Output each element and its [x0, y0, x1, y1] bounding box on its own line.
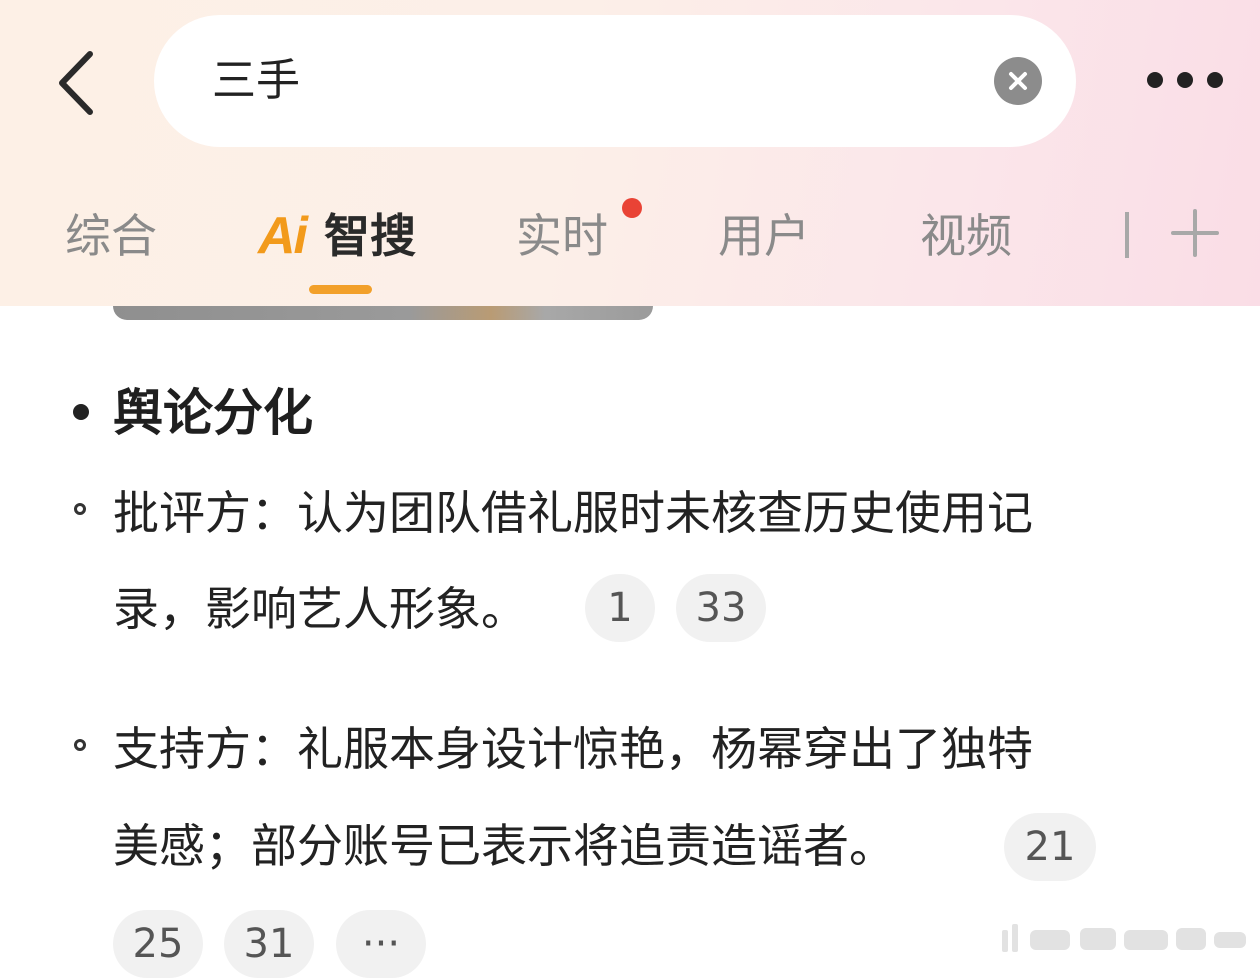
more-options-icon[interactable] — [1144, 66, 1226, 94]
criticism-line-1: 批评方：认为团队借礼服时未核查历史使用记 — [113, 486, 1033, 540]
tab-realtime[interactable]: 实时 — [516, 204, 608, 268]
add-tab-plus-icon[interactable] — [1170, 208, 1220, 258]
citation-badge[interactable]: 1 — [585, 574, 655, 642]
more-citations-button[interactable]: ··· — [336, 910, 426, 978]
citation-badge[interactable]: 25 — [113, 910, 203, 978]
citation-badge[interactable]: 33 — [676, 574, 766, 642]
criticism-line-2: 录，影响艺人形象。 — [113, 582, 527, 636]
tab-videos[interactable]: 视频 — [920, 204, 1012, 268]
support-line-2: 美感；部分账号已表示将追责造谣者。 — [113, 819, 895, 873]
clear-search-icon[interactable] — [994, 57, 1042, 105]
search-input[interactable]: 三手 — [154, 15, 1076, 147]
tab-divider — [1125, 212, 1129, 258]
back-chevron-icon[interactable] — [52, 48, 104, 118]
support-line-1: 支持方：礼服本身设计惊艳，杨幂穿出了独特 — [113, 722, 1033, 776]
ai-logo-icon: Ai — [258, 207, 308, 265]
sub-bullet — [74, 739, 86, 751]
bullet-dot — [73, 404, 89, 420]
search-query-text: 三手 — [212, 55, 300, 106]
active-tab-indicator — [309, 285, 372, 294]
tab-users[interactable]: 用户 — [718, 204, 810, 268]
tab-ai-search[interactable]: Ai 智搜 — [258, 206, 418, 268]
watermark-icon — [1002, 924, 1246, 952]
image-preview[interactable] — [113, 306, 653, 320]
citation-badge[interactable]: 31 — [224, 910, 314, 978]
sub-bullet — [74, 503, 86, 515]
tab-comprehensive[interactable]: 综合 — [65, 204, 157, 268]
citation-badge[interactable]: 21 — [1004, 813, 1096, 881]
new-content-dot — [622, 198, 642, 218]
section-heading: 舆论分化 — [113, 384, 313, 442]
tab-ai-search-label: 智搜 — [324, 209, 416, 263]
